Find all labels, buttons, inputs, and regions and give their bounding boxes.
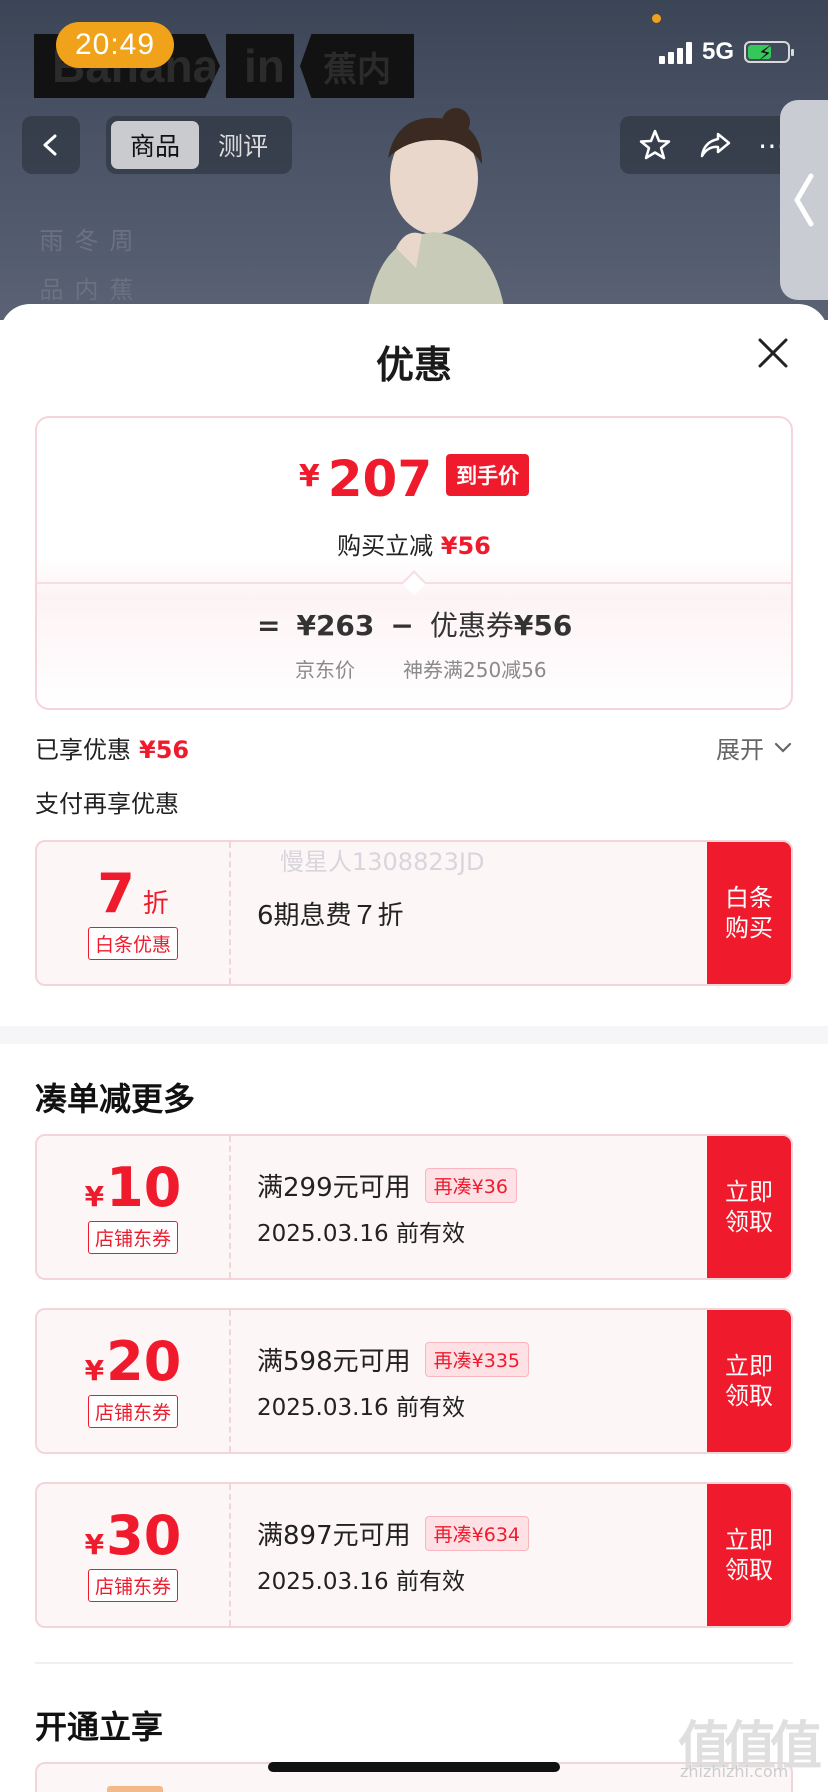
coupon-condition-line: 满299元可用 再凑¥36 — [257, 1167, 517, 1204]
tab-product[interactable]: 商品 — [111, 121, 199, 169]
coupon-gap-pill: 再凑¥36 — [424, 1167, 517, 1203]
privacy-indicator — [652, 14, 661, 23]
formula-jd-price: ¥263 — [296, 609, 375, 642]
section-gap — [0, 1026, 828, 1044]
claim-coupon-button[interactable]: 立即 领取 — [707, 1136, 791, 1278]
coupon-condition: 满299元可用 — [257, 1172, 411, 1203]
vertical-text-1: 周冬雨 — [35, 228, 133, 252]
coupon-left: ¥ 20 店铺东券 — [37, 1310, 231, 1452]
formula-coupon-label: 优惠券 — [429, 609, 514, 642]
signal-icon — [658, 40, 692, 64]
battery-icon: ⚡ — [744, 41, 794, 65]
coupon-badge: 店铺东券 — [87, 1220, 178, 1254]
coupon-badge: 店铺东券 — [87, 1568, 178, 1602]
coupon-card: ¥ 10 店铺东券 满299元可用 再凑¥36 2025.03.16 前有效 立… — [35, 1134, 793, 1280]
coupon-condition-line: 满598元可用 再凑¥335 — [257, 1341, 529, 1378]
final-price: ¥ 207 到手价 — [37, 454, 791, 504]
coupon-value: 20 — [106, 1329, 182, 1393]
formula-equals: = — [257, 609, 281, 642]
coupon-date: 2025.03.16 前有效 — [257, 1220, 465, 1247]
user-watermark: 慢星人1308823JD — [280, 848, 485, 876]
coupon-desc: 神券满250减56 — [403, 658, 547, 682]
sheet-title: 优惠 — [375, 343, 452, 387]
enjoyed-value: ¥56 — [139, 736, 190, 764]
coupon-amount: ¥ 20 — [84, 1329, 182, 1393]
buy-reduce-value: ¥56 — [440, 532, 491, 560]
formula-minus: − — [390, 609, 414, 642]
back-button[interactable] — [22, 116, 80, 174]
coupon-info: 满299元可用 再凑¥36 2025.03.16 前有效 — [257, 1136, 517, 1278]
price-currency: ¥ — [298, 459, 320, 494]
buy-reduce-label: 购买立减 — [337, 532, 434, 560]
coupon-card: ¥ 30 店铺东券 满897元可用 再凑¥634 2025.03.16 前有效 … — [35, 1482, 793, 1628]
home-indicator — [268, 1762, 560, 1772]
expand-label: 展开 — [716, 736, 764, 764]
site-watermark-url: zhizhizhi.com — [680, 1762, 789, 1781]
buy-reduce-line: 购买立减 ¥56 — [37, 526, 791, 561]
baitiao-buy-button[interactable]: 白条 购买 — [707, 842, 791, 984]
coupon-amount: ¥ 30 — [84, 1503, 182, 1567]
coupon-date: 2025.03.16 前有效 — [257, 1394, 465, 1421]
coupon-badge: 店铺东券 — [87, 1394, 178, 1428]
coupon-yen: ¥ — [84, 1353, 105, 1387]
section-title-more: 凑单减更多 — [35, 1080, 196, 1118]
baitiao-amount: 7 折 — [97, 861, 169, 925]
section-title-open: 开通立享 — [35, 1708, 164, 1746]
close-icon[interactable] — [756, 336, 790, 370]
baitiao-unit: 折 — [142, 888, 169, 919]
price-amount: 207 — [327, 450, 433, 508]
status-time: 20:49 — [56, 22, 174, 68]
coupon-yen: ¥ — [84, 1527, 105, 1561]
claim-coupon-button[interactable]: 立即 领取 — [707, 1484, 791, 1626]
expand-button[interactable]: 展开 — [716, 730, 792, 765]
coupon-condition: 满598元可用 — [257, 1346, 411, 1377]
coupon-condition-line: 满897元可用 再凑¥634 — [257, 1515, 529, 1552]
coupon-card: ¥ 20 店铺东券 满598元可用 再凑¥335 2025.03.16 前有效 … — [35, 1308, 793, 1454]
coupon-gap-pill: 再凑¥335 — [424, 1341, 529, 1377]
brand-text-2: in — [226, 34, 294, 98]
price-breakdown-card: ¥ 207 到手价 购买立减 ¥56 = ¥263 − 优惠券¥56 京东价 神… — [35, 416, 793, 710]
coupon-left: ¥ 30 店铺东券 — [37, 1484, 231, 1626]
chevron-down-icon — [774, 742, 792, 753]
brand-text-3: 蕉内 — [300, 34, 414, 98]
product-tabs: 商品 测评 — [106, 116, 292, 174]
baitiao-badge: 白条优惠 — [87, 926, 178, 960]
enjoyed-label: 已享优惠 — [35, 736, 131, 764]
coupon-yen: ¥ — [84, 1179, 105, 1213]
network-label: 5G — [701, 38, 734, 65]
tab-review[interactable]: 测评 — [199, 121, 287, 169]
coupon-condition: 满897元可用 — [257, 1520, 411, 1551]
claim-coupon-button[interactable]: 立即 领取 — [707, 1310, 791, 1452]
baitiao-left: 7 折 白条优惠 — [37, 842, 231, 984]
status-icons: 5G ⚡ — [658, 38, 794, 66]
price-formula: = ¥263 − 优惠券¥56 — [257, 604, 572, 644]
coupon-date: 2025.03.16 前有效 — [257, 1568, 465, 1595]
back-arrow-icon — [43, 134, 57, 156]
share-icon[interactable] — [698, 128, 732, 162]
caret-pointer — [401, 570, 427, 596]
model-image — [366, 108, 506, 320]
baitiao-desc: 6期息费７折 — [257, 900, 404, 931]
coupon-info: 满598元可用 再凑¥335 2025.03.16 前有效 — [257, 1310, 529, 1452]
coupon-gap-pill: 再凑¥634 — [424, 1515, 529, 1551]
side-panel-handle[interactable] — [780, 100, 828, 300]
jd-price-label: 京东价 — [295, 658, 355, 682]
discount-sheet: 优惠 ¥ 207 到手价 购买立减 ¥56 = ¥263 − 优惠券¥56 京东… — [0, 304, 828, 1792]
star-icon[interactable] — [638, 128, 672, 162]
baitiao-discount: 7 — [97, 861, 135, 925]
coupon-value: 30 — [106, 1503, 182, 1567]
chevron-left-icon — [794, 173, 814, 227]
divider — [35, 1662, 793, 1664]
enjoyed-discount: 已享优惠 ¥56 — [35, 730, 189, 765]
formula-coupon-value: ¥56 — [513, 609, 573, 642]
coupon-info: 满897元可用 再凑¥634 2025.03.16 前有效 — [257, 1484, 529, 1626]
coupon-left: ¥ 10 店铺东券 — [37, 1136, 231, 1278]
final-price-tag: 到手价 — [446, 454, 530, 496]
formula-coupon: 优惠券¥56 — [430, 604, 572, 644]
coupon-amount: ¥ 10 — [84, 1155, 182, 1219]
coupon-value: 10 — [106, 1155, 182, 1219]
pay-more-label: 支付再享优惠 — [35, 790, 179, 818]
